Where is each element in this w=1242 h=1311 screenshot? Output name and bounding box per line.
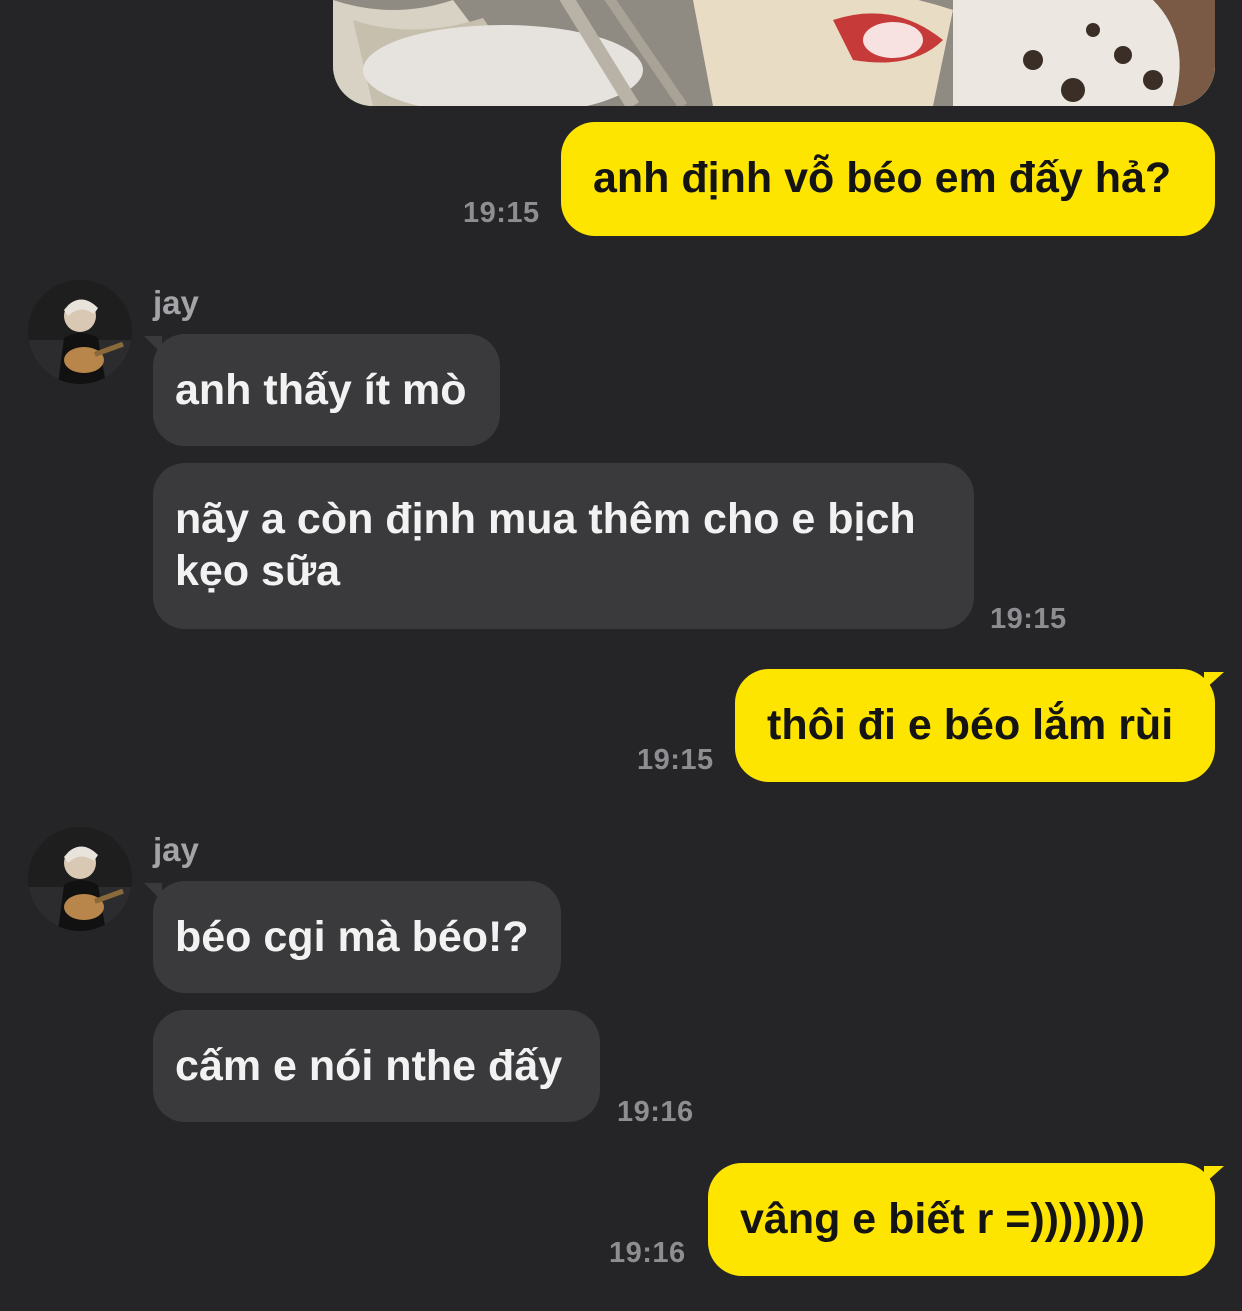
avatar[interactable] [28,280,132,384]
message-timestamp: 19:15 [990,603,1067,635]
message-timestamp: 19:16 [617,1096,694,1128]
message-timestamp: 19:16 [609,1237,686,1269]
bubble-tail [1204,1166,1224,1184]
message-text: cấm e nói nthe đấy [175,1042,563,1090]
food-photo [333,0,1215,106]
message-text: anh định vỗ béo em đấy hả? [593,154,1172,202]
message-timestamp: 19:15 [637,744,714,776]
chat-screen: anh định vỗ béo em đấy hả? 19:15 jay anh… [0,0,1242,1311]
sender-name: jay [153,831,199,868]
avatar[interactable] [28,827,132,931]
message-text: anh thấy ít mò [175,366,467,414]
their-message-bubble[interactable]: béo cgi mà béo!? [153,881,561,993]
message-text: nãy a còn định mua thêm cho e bịch kẹo s… [175,495,916,595]
message-text: vâng e biết r =)))))))) [740,1195,1145,1243]
my-message-bubble[interactable]: anh định vỗ béo em đấy hả? [561,122,1215,236]
my-message-bubble[interactable]: vâng e biết r =)))))))) [708,1163,1215,1276]
sender-name: jay [153,284,199,321]
my-message-bubble[interactable]: thôi đi e béo lắm rùi [735,669,1215,782]
avatar-photo [28,280,132,384]
their-message-bubble[interactable]: anh thấy ít mò [153,334,500,446]
avatar-photo [28,827,132,931]
their-message-bubble[interactable]: nãy a còn định mua thêm cho e bịch kẹo s… [153,463,974,629]
message-text: béo cgi mà béo!? [175,913,529,961]
photo-message[interactable] [333,0,1215,106]
message-timestamp: 19:15 [463,197,540,229]
their-message-bubble[interactable]: cấm e nói nthe đấy [153,1010,600,1122]
message-text: thôi đi e béo lắm rùi [767,701,1174,749]
bubble-tail [1204,672,1224,690]
